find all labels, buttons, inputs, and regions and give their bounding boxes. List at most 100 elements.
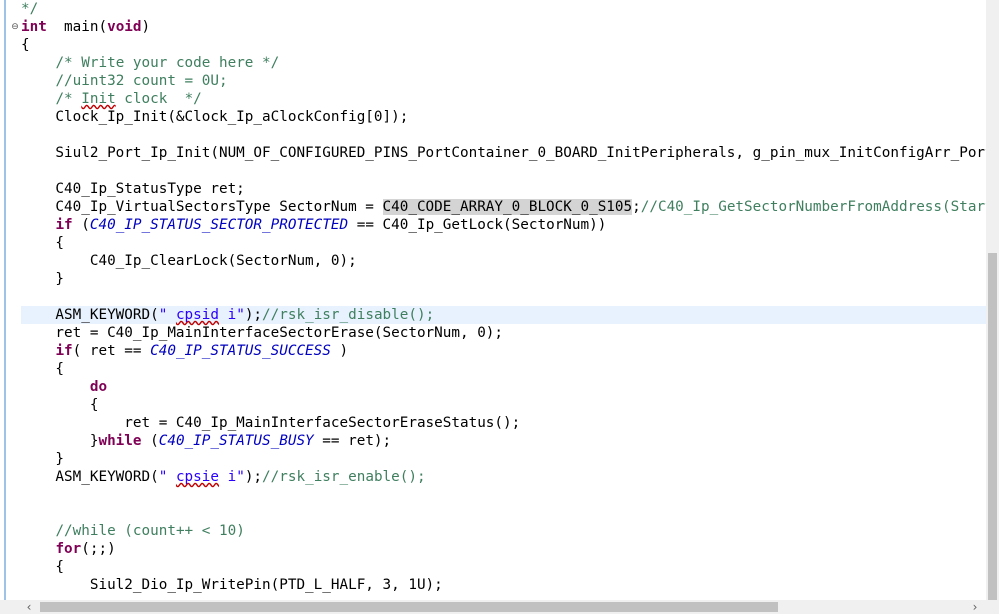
code-token: }	[21, 271, 65, 287]
code-token: //rsk_isr_enable();	[262, 469, 426, 485]
code-line[interactable]: {	[21, 36, 986, 54]
code-token: if	[55, 343, 73, 359]
code-line[interactable]: }while (C40_IP_STATUS_BUSY == ret);	[21, 432, 986, 450]
code-token: C40_Ip_VirtualSectorsType SectorNum =	[21, 199, 383, 215]
code-line[interactable]: {	[21, 234, 986, 252]
code-token: C40_CODE_ARRAY_0_BLOCK_0_S105	[382, 199, 633, 215]
code-token: Clock_Ip_Init(&Clock_Ip_aClockConfig[0])…	[21, 109, 409, 125]
code-line[interactable]: /* Init clock */	[21, 90, 986, 108]
code-token: == C40_Ip_GetLock(SectorNum))	[348, 217, 607, 233]
code-token: main(	[46, 19, 108, 35]
scroll-right-arrow-icon[interactable]: ›	[968, 600, 982, 614]
code-token: C40_Ip_StatusType ret;	[21, 181, 245, 197]
code-line[interactable]: C40_Ip_StatusType ret;	[21, 180, 986, 198]
code-token: {	[21, 235, 65, 251]
code-token: C40_IP_STATUS_SUCCESS	[150, 343, 331, 359]
code-token: {	[21, 397, 99, 413]
code-line[interactable]: }	[21, 270, 986, 288]
code-line[interactable]: Siul2_Port_Ip_Init(NUM_OF_CONFIGURED_PIN…	[21, 144, 986, 162]
code-token: "	[158, 307, 176, 323]
code-line[interactable]: ret = C40_Ip_MainInterfaceSectorEraseSta…	[21, 414, 986, 432]
code-token: C40_Ip_ClearLock(SectorNum, 0);	[21, 253, 357, 269]
code-token: )	[330, 343, 349, 359]
code-token: if	[55, 217, 73, 233]
code-token: C40_IP_STATUS_SECTOR_PROTECTED	[89, 217, 349, 233]
code-token: cpsid	[175, 307, 219, 323]
code-token: {	[21, 37, 30, 53]
code-line[interactable]: /* Write your code here */	[21, 54, 986, 72]
vertical-scroll-thumb[interactable]	[988, 253, 997, 600]
code-token: Init	[81, 91, 116, 107]
scroll-left-arrow-icon[interactable]: ‹	[23, 600, 35, 614]
code-token: Siul2_Dio_Ip_WritePin(PTD_L_HALF, 3, 1U)…	[21, 577, 443, 593]
code-token: //C40_Ip_GetSectorNumberFromAddress(Star…	[640, 199, 986, 215]
code-line[interactable]: Clock_Ip_Init(&Clock_Ip_aClockConfig[0])…	[21, 108, 986, 126]
code-token: == ret);	[313, 433, 392, 449]
code-token: i"	[219, 307, 245, 323]
fold-collapse-icon[interactable]: ⊖	[10, 22, 20, 32]
code-token: }	[21, 433, 99, 449]
code-token: )	[141, 19, 151, 35]
code-token: (	[72, 217, 90, 233]
code-line[interactable]: {	[21, 396, 986, 414]
code-token: cpsie	[175, 469, 219, 485]
code-line[interactable]: C40_Ip_ClearLock(SectorNum, 0);	[21, 252, 986, 270]
code-editor[interactable]: ⊖ */int main(void){ /* Write your code h…	[0, 0, 986, 600]
code-line[interactable]: //while (count++ < 10)	[21, 522, 986, 540]
code-line[interactable]: {	[21, 558, 986, 576]
code-token: {	[21, 559, 65, 575]
code-line[interactable]	[21, 504, 986, 522]
code-token: /*	[55, 91, 82, 107]
code-line[interactable]: if (C40_IP_STATUS_SECTOR_PROTECTED == C4…	[21, 216, 986, 234]
code-token: //while (count++ < 10)	[55, 523, 245, 539]
code-line[interactable]: for(;;)	[21, 540, 986, 558]
code-line[interactable]: {	[21, 360, 986, 378]
code-line[interactable]: ASM_KEYWORD(" cpsid i");//rsk_isr_disabl…	[21, 306, 986, 324]
code-line[interactable]	[21, 162, 986, 180]
code-token: //uint32 count = 0U;	[55, 73, 228, 89]
code-token: ret = C40_Ip_MainInterfaceSectorEraseSta…	[21, 415, 521, 431]
code-line[interactable]: do	[21, 378, 986, 396]
code-line[interactable]	[21, 486, 986, 504]
code-token: i"	[219, 469, 245, 485]
code-token: ASM_KEYWORD(	[21, 307, 159, 323]
code-line[interactable]: Siul2_Dio_Ip_WritePin(PTD_L_HALF, 3, 1U)…	[21, 576, 986, 594]
code-token: }	[21, 451, 65, 467]
code-token: */	[21, 1, 39, 17]
code-token: clock */	[115, 91, 202, 107]
code-token: //rsk_isr_disable();	[262, 307, 435, 323]
code-token: int	[21, 19, 47, 35]
folding-column: ⊖	[4, 0, 20, 600]
code-line[interactable]: C40_Ip_VirtualSectorsType SectorNum = C4…	[21, 198, 986, 216]
code-token: while	[98, 433, 142, 449]
code-line[interactable]	[21, 126, 986, 144]
code-token: Siul2_Port_Ip_Init(NUM_OF_CONFIGURED_PIN…	[55, 145, 986, 161]
code-token: ;	[632, 199, 641, 215]
code-token: do	[89, 379, 108, 395]
horizontal-scroll-thumb[interactable]	[40, 602, 778, 612]
code-token: {	[21, 361, 65, 377]
code-token: void	[107, 19, 142, 35]
horizontal-scrollbar[interactable]: ‹ ›	[0, 600, 986, 614]
code-line[interactable]	[21, 288, 986, 306]
code-token: C40_IP_STATUS_BUSY	[158, 433, 314, 449]
code-token: ASM_KEYWORD(	[21, 469, 159, 485]
code-token: for	[55, 541, 82, 557]
vertical-scrollbar[interactable]	[986, 0, 999, 600]
code-line[interactable]: int main(void)	[21, 18, 986, 36]
code-token: ret = C40_Ip_MainInterfaceSectorErase(Se…	[21, 325, 504, 341]
code-token: );	[244, 307, 263, 323]
code-line[interactable]: ASM_KEYWORD(" cpsie i");//rsk_isr_enable…	[21, 468, 986, 486]
code-line[interactable]: //uint32 count = 0U;	[21, 72, 986, 90]
code-line[interactable]: }	[21, 450, 986, 468]
code-line[interactable]: ret = C40_Ip_MainInterfaceSectorErase(Se…	[21, 324, 986, 342]
code-line[interactable]: */	[21, 0, 986, 18]
code-line[interactable]: if( ret == C40_IP_STATUS_SUCCESS )	[21, 342, 986, 360]
